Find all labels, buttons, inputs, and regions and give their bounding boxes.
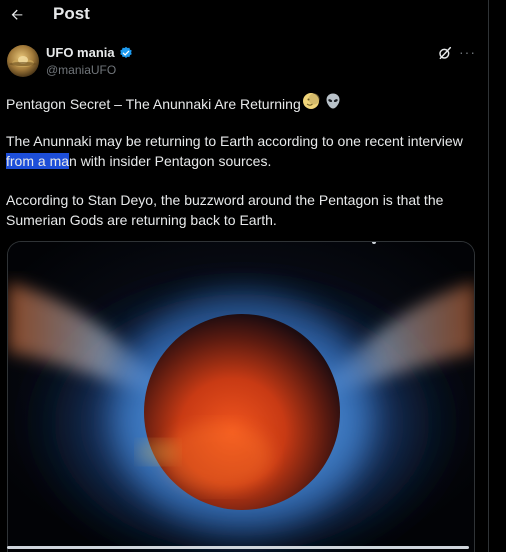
top-bar: Post (0, 0, 488, 30)
moon-face-emoji (302, 92, 320, 115)
verified-badge-icon (119, 46, 132, 58)
glowing-planet-image (8, 242, 474, 552)
author-name-row: UFO mania (46, 45, 133, 60)
author-display-name[interactable]: UFO mania (46, 45, 115, 60)
author-handle[interactable]: @maniaUFO (46, 63, 116, 77)
post-paragraph-2: The Anunnaki may be returning to Earth a… (6, 131, 482, 171)
avatar-image (9, 56, 37, 67)
post-paragraph-2-text: The Anunnaki may be returning to Earth a… (6, 133, 463, 149)
post-paragraph-2-text-end: n with insider Pentagon sources. (69, 153, 272, 169)
grok-button[interactable] (437, 45, 453, 61)
post-title-text: Pentagon Secret – The Anunnaki Are Retur… (6, 95, 301, 112)
avatar[interactable] (7, 45, 39, 77)
video-progress-bar[interactable] (7, 546, 469, 549)
arrow-left-icon (11, 9, 23, 20)
column-divider (488, 0, 489, 552)
post-title-line: Pentagon Secret – The Anunnaki Are Retur… (6, 92, 482, 115)
back-button[interactable] (6, 4, 28, 26)
more-options-icon[interactable]: ··· (459, 44, 476, 60)
post-paragraph-3: According to Stan Deyo, the buzzword aro… (6, 192, 444, 228)
post-media-video[interactable] (7, 241, 475, 552)
page-title: Post (53, 4, 90, 23)
text-selection: from a ma (6, 153, 70, 169)
alien-emoji (324, 92, 342, 115)
post-detail-page: Post UFO mania @maniaUFO ··· Pentagon Se… (0, 0, 506, 552)
grok-icon (439, 46, 452, 60)
